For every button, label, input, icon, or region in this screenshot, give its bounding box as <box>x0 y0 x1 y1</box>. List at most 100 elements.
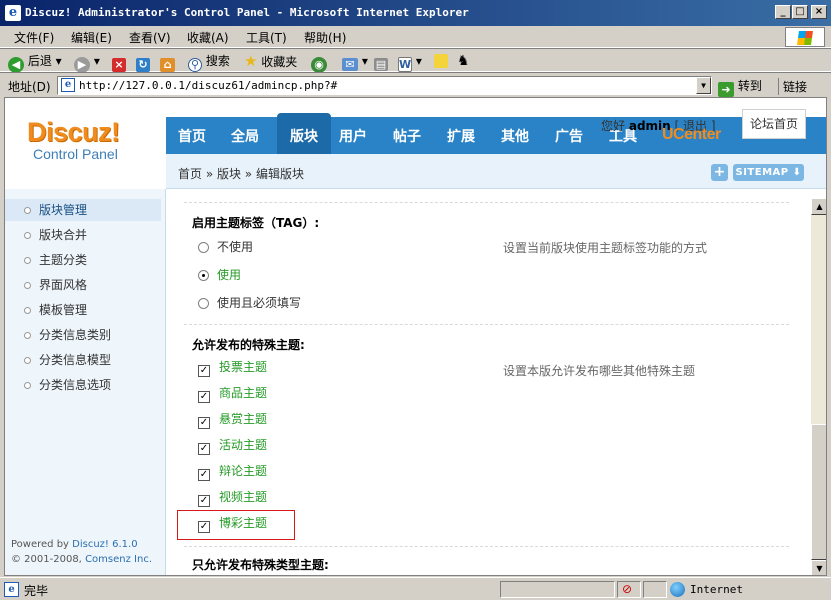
mail-button[interactable]: ✉ ▾ <box>342 52 368 71</box>
status-pane <box>500 581 615 598</box>
sidebar-item-info-categories[interactable]: 分类信息类别 <box>5 324 161 346</box>
special-video[interactable]: ✓ 视频主题 <box>198 488 267 507</box>
nav-home[interactable]: 首页 <box>178 126 206 146</box>
nav-global[interactable]: 全局 <box>231 126 259 146</box>
forward-arrow-icon: ▶ <box>74 57 90 73</box>
special-activity[interactable]: ✓ 活动主题 <box>198 436 267 455</box>
special-trade[interactable]: ✓ 商品主题 <box>198 384 267 403</box>
checkbox-checked[interactable]: ✓ <box>198 391 210 403</box>
nav-ads[interactable]: 广告 <box>555 126 583 146</box>
sitemap-button[interactable]: SITEMAP ⬇ <box>733 164 804 181</box>
menu-help[interactable]: 帮助(H) <box>304 29 346 46</box>
nav-users[interactable]: 用户 <box>339 126 367 146</box>
menu-edit[interactable]: 编辑(E) <box>71 29 112 46</box>
status-bar: e 完毕 ⊘ Internet <box>0 577 831 600</box>
special-activity-label: 活动主题 <box>219 438 268 452</box>
greeting-text: 您好 <box>601 119 626 133</box>
radio-button-selected[interactable] <box>198 270 209 281</box>
special-section-title: 允许发布的特殊主题: <box>192 338 305 352</box>
special-trade-label: 商品主题 <box>219 386 268 400</box>
highlight-annotation-box <box>177 510 295 540</box>
search-button[interactable]: ⚲ 搜索 <box>188 52 230 72</box>
menu-favorites[interactable]: 收藏(A) <box>187 29 229 46</box>
minimize-button[interactable]: _ <box>775 5 791 19</box>
powered-by-label: Powered by <box>11 539 69 550</box>
mail-icon: ✉ <box>342 58 358 71</box>
page-icon: e <box>61 78 75 92</box>
page-icon: e <box>4 582 19 597</box>
window-title: Discuz! Administrator's Control Panel - … <box>25 6 469 19</box>
forum-edit-form: 启用主题标签（TAG）: 不使用 使用 使用且必须填写 设置当前版块使用主题标签… <box>166 190 811 575</box>
checkbox-checked[interactable]: ✓ <box>198 417 210 429</box>
special-reward[interactable]: ✓ 悬赏主题 <box>198 410 267 429</box>
tag-option-none-label: 不使用 <box>217 240 254 254</box>
discuz-logo: Discuz! Control Panel <box>27 117 120 161</box>
sidebar-item-info-options[interactable]: 分类信息选项 <box>5 374 161 396</box>
nav-other[interactable]: 其他 <box>501 126 529 146</box>
media-button[interactable]: ◉ <box>311 52 327 73</box>
go-arrow-icon: ➜ <box>718 82 734 97</box>
sitemap-label: SITEMAP <box>735 167 789 178</box>
checkbox-checked[interactable]: ✓ <box>198 495 210 507</box>
close-button[interactable]: × <box>811 5 827 19</box>
address-dropdown-button[interactable]: ▼ <box>696 77 711 94</box>
home-button[interactable]: ⌂ <box>160 52 175 72</box>
sidebar-item-forum-merge[interactable]: 版块合并 <box>5 224 161 246</box>
radio-button[interactable] <box>198 298 209 309</box>
special-reward-label: 悬赏主题 <box>219 412 268 426</box>
scroll-thumb[interactable] <box>811 424 826 560</box>
company-link[interactable]: Comsenz Inc. <box>85 554 152 565</box>
discuss-button[interactable] <box>434 52 448 70</box>
scroll-down-button[interactable]: ▼ <box>811 560 826 575</box>
print-button[interactable]: ▤ <box>374 52 388 71</box>
forward-button[interactable]: ▶ ▾ <box>74 52 100 73</box>
radio-button[interactable] <box>198 242 209 253</box>
only-special-section-title: 只允许发布特殊类型主题: <box>192 558 329 572</box>
divider <box>184 324 789 325</box>
favorites-button[interactable]: ★ 收藏夹 <box>244 52 297 70</box>
messenger-button[interactable]: ♞ <box>457 52 470 70</box>
media-icon: ◉ <box>311 57 327 73</box>
scroll-up-button[interactable]: ▲ <box>811 198 826 215</box>
checkbox-checked[interactable]: ✓ <box>198 443 210 455</box>
maximize-button[interactable]: □ <box>792 5 808 19</box>
sidebar-item-templates[interactable]: 模板管理 <box>5 299 161 321</box>
star-icon: ★ <box>244 52 258 70</box>
special-debate[interactable]: ✓ 辩论主题 <box>198 462 267 481</box>
checkbox-checked[interactable]: ✓ <box>198 469 210 481</box>
menu-view[interactable]: 查看(V) <box>129 29 171 46</box>
address-input[interactable]: e http://127.0.0.1/discuz61/admincp.php?… <box>57 76 712 95</box>
menu-file[interactable]: 文件(F) <box>14 29 54 46</box>
toolbar: ◀ 后退 ▾ ▶ ▾ × ↻ ⌂ ⚲ 搜索 ★ 收藏夹 ◉ ✉ ▾ ▤ W ▾ … <box>0 48 831 73</box>
nav-posts[interactable]: 帖子 <box>393 126 421 146</box>
search-icon: ⚲ <box>188 58 202 72</box>
menu-tools[interactable]: 工具(T) <box>246 29 287 46</box>
sidebar-item-forum-manage[interactable]: 版块管理 <box>5 199 161 221</box>
tag-option-none[interactable]: 不使用 <box>198 238 253 255</box>
divider <box>184 202 789 203</box>
address-label: 地址(D) <box>8 80 51 94</box>
vertical-scrollbar[interactable]: ▲ ▼ <box>811 198 826 575</box>
forum-home-button[interactable]: 论坛首页 <box>742 109 806 139</box>
print-icon: ▤ <box>374 58 388 71</box>
product-link[interactable]: Discuz! 6.1.0 <box>72 539 137 550</box>
nav-extensions[interactable]: 扩展 <box>447 126 475 146</box>
edit-button[interactable]: W ▾ <box>398 52 422 72</box>
sidebar-item-info-models[interactable]: 分类信息模型 <box>5 349 161 371</box>
tag-option-required[interactable]: 使用且必须填写 <box>198 294 301 311</box>
nav-forums[interactable]: 版块 <box>277 113 331 154</box>
nav-ucenter[interactable]: UCenter <box>662 126 721 144</box>
back-label: 后退 <box>27 54 52 68</box>
tag-option-use[interactable]: 使用 <box>198 266 241 283</box>
stop-button[interactable]: × <box>112 52 126 72</box>
back-button[interactable]: ◀ 后退 ▾ <box>8 52 62 73</box>
status-text: 完毕 <box>24 584 49 598</box>
links-button[interactable]: 链接 <box>778 78 807 95</box>
sidebar-item-thread-types[interactable]: 主题分类 <box>5 249 161 271</box>
add-shortcut-button[interactable]: + <box>711 164 728 181</box>
sidebar-item-styles[interactable]: 界面风格 <box>5 274 161 296</box>
refresh-button[interactable]: ↻ <box>136 52 150 72</box>
special-poll[interactable]: ✓ 投票主题 <box>198 358 267 377</box>
checkbox-checked[interactable]: ✓ <box>198 365 210 377</box>
go-button[interactable]: ➜ 转到 <box>718 77 762 97</box>
